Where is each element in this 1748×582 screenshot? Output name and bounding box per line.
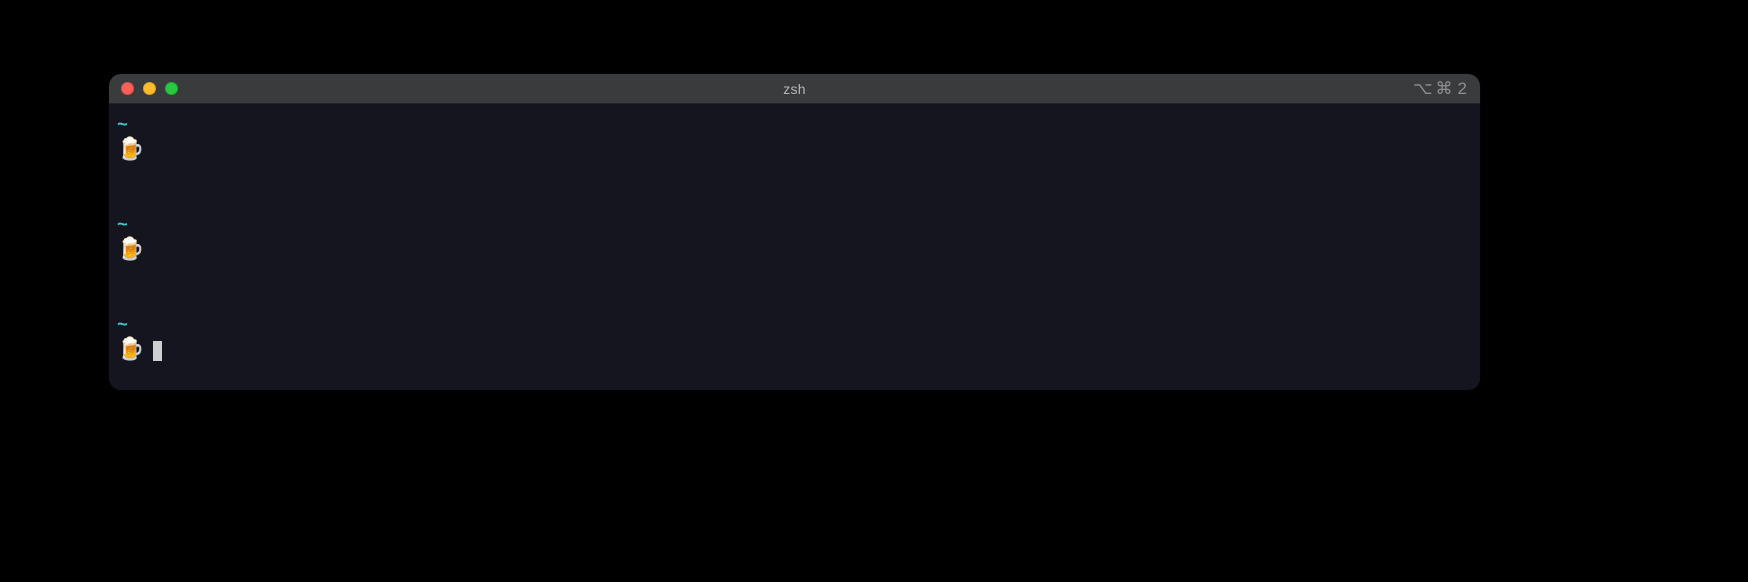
cwd-path: ~ [117, 114, 1472, 138]
prompt-block: ~ 🍺 [117, 114, 1472, 164]
prompt-block: ~ 🍺 [117, 314, 1472, 364]
beer-icon: 🍺 [117, 238, 143, 264]
prompt-block: ~ 🍺 [117, 214, 1472, 264]
terminal-window: zsh ⌥⌘2 ~ 🍺 ~ 🍺 ~ 🍺 [109, 74, 1480, 390]
minimize-button[interactable] [143, 82, 156, 95]
prompt-line: 🍺 [117, 238, 1472, 264]
close-button[interactable] [121, 82, 134, 95]
cwd-path: ~ [117, 214, 1472, 238]
option-key-icon: ⌥ [1413, 79, 1434, 99]
titlebar: zsh ⌥⌘2 [109, 74, 1480, 104]
prompt-line: 🍺 [117, 138, 1472, 164]
maximize-button[interactable] [165, 82, 178, 95]
cursor [153, 341, 162, 361]
traffic-lights [109, 82, 178, 95]
pane-number: 2 [1458, 79, 1468, 99]
terminal-body[interactable]: ~ 🍺 ~ 🍺 ~ 🍺 [109, 104, 1480, 390]
pane-indicator: ⌥⌘2 [1413, 74, 1468, 104]
beer-icon: 🍺 [117, 338, 143, 364]
window-title: zsh [109, 81, 1480, 97]
command-key-icon: ⌘ [1436, 79, 1454, 99]
beer-icon: 🍺 [117, 138, 143, 164]
cwd-path: ~ [117, 314, 1472, 338]
prompt-line: 🍺 [117, 338, 1472, 364]
